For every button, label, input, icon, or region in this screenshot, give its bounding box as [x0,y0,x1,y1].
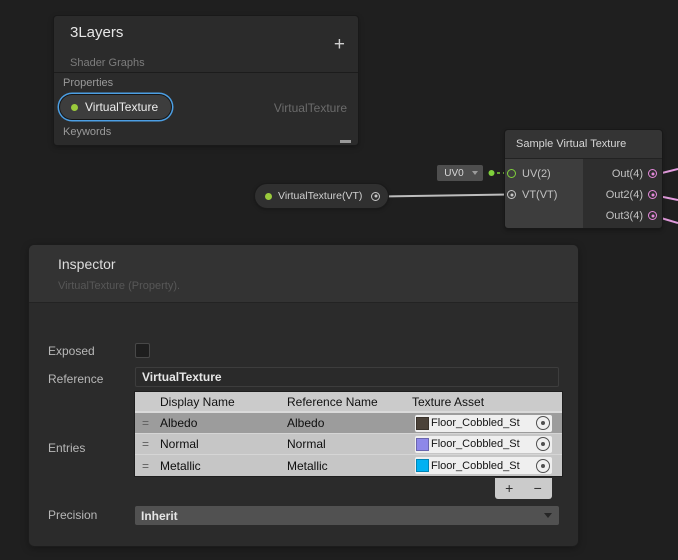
output-row-out2: Out2(4) [583,184,662,205]
blackboard-panel: 3Layers + Shader Graphs Properties Virtu… [54,16,358,145]
column-header-display-name: Display Name [135,395,287,409]
node-input-section: UV(2) VT(VT) [505,159,583,228]
output-port-label: Out(4) [612,168,643,180]
blackboard-subtitle: Shader Graphs [70,57,145,69]
display-name-cell: Normal [160,437,287,451]
entries-list-toolbar: + − [495,478,552,499]
list-add-button[interactable]: + [495,478,524,499]
column-header-reference-name: Reference Name [287,395,412,409]
exposed-label: Exposed [48,344,95,358]
input-port-label: VT(VT) [522,189,557,201]
output-port-out2[interactable] [648,190,657,199]
texture-asset-field[interactable]: Floor_Cobbled_St [415,415,552,432]
output-row-out3: Out3(4) [583,205,662,226]
texture-asset-name: Floor_Cobbled_St [431,460,535,472]
drag-handle-icon[interactable]: = [135,459,160,473]
output-port-label: Out2(4) [606,189,643,201]
output-port-label: Out3(4) [606,210,643,222]
blackboard-divider [54,72,358,73]
table-row-albedo[interactable]: = Albedo Albedo Floor_Cobbled_St [135,413,562,434]
entries-label: Entries [48,441,85,455]
inspector-header: Inspector VirtualTexture (Property). [29,245,578,303]
reference-name-cell: Normal [287,437,412,451]
precision-label: Precision [48,508,97,522]
exposed-checkbox[interactable] [135,343,150,358]
output-row-out: Out(4) [583,163,662,184]
output-port-out[interactable] [648,169,657,178]
inspector-subtitle: VirtualTexture (Property). [58,280,578,292]
inspector-title: Inspector [58,256,578,272]
texture-asset-field[interactable]: Floor_Cobbled_St [415,436,552,453]
reference-name-cell: Albedo [287,416,412,430]
display-name-cell: Metallic [160,459,287,473]
texture-asset-name: Floor_Cobbled_St [431,417,535,429]
input-row-uv: UV(2) [505,163,583,184]
list-remove-button[interactable]: − [524,478,553,499]
node-output-section: Out(4) Out2(4) Out3(4) [583,159,662,228]
texture-swatch [416,417,429,430]
add-property-button[interactable]: + [334,35,345,54]
properties-section-label: Properties [63,77,113,89]
texture-asset-field[interactable]: Floor_Cobbled_St [415,457,552,474]
drag-handle-icon[interactable]: = [135,437,160,451]
output-port-out3[interactable] [648,211,657,220]
property-pill-label: VirtualTexture [85,100,158,114]
texture-swatch [416,459,429,472]
blackboard-resize-handle[interactable] [340,140,351,143]
reference-input[interactable] [135,367,559,387]
uv-channel-value: UV0 [442,168,466,179]
texture-swatch [416,438,429,451]
reference-name-cell: Metallic [287,459,412,473]
precision-dropdown[interactable]: Inherit [135,506,559,525]
property-pill-virtualtexture[interactable]: VirtualTexture [60,95,171,119]
inspector-panel: Inspector VirtualTexture (Property). Exp… [29,245,578,546]
sample-virtual-texture-node[interactable]: Sample Virtual Texture UV(2) VT(VT) Out(… [505,130,662,228]
property-color-dot-icon [71,104,78,111]
blackboard-title: 3Layers [70,24,123,41]
virtualtexture-property-node[interactable]: VirtualTexture(VT) [255,184,388,208]
input-port-uv[interactable] [507,169,516,178]
chevron-down-icon [472,171,478,175]
table-row-metallic[interactable]: = Metallic Metallic Floor_Cobbled_St [135,455,562,476]
wire-vt [380,195,508,197]
property-node-output-port[interactable] [371,192,380,201]
uv-default-dot [489,170,495,176]
texture-asset-name: Floor_Cobbled_St [431,438,535,450]
inspector-body: Exposed Reference Entries Display Name R… [29,303,578,546]
keywords-section-label: Keywords [63,126,111,138]
property-color-dot-icon [265,193,272,200]
object-picker-icon[interactable] [536,416,550,430]
property-node-label: VirtualTexture(VT) [278,190,362,202]
table-row-normal[interactable]: = Normal Normal Floor_Cobbled_St [135,434,562,455]
entries-table: Display Name Reference Name Texture Asse… [135,392,562,476]
input-port-vt[interactable] [507,190,516,199]
drag-handle-icon[interactable]: = [135,416,160,430]
reference-label: Reference [48,372,103,386]
dropdown-arrow-icon [544,513,552,518]
uv-channel-dropdown[interactable]: UV0 [437,165,483,181]
input-port-label: UV(2) [522,168,551,180]
precision-value: Inherit [141,509,544,523]
property-type-label: VirtualTexture [274,101,347,115]
node-title: Sample Virtual Texture [505,130,662,159]
object-picker-icon[interactable] [536,459,550,473]
object-picker-icon[interactable] [536,437,550,451]
display-name-cell: Albedo [160,416,287,430]
input-row-vt: VT(VT) [505,184,583,205]
entries-table-header: Display Name Reference Name Texture Asse… [135,392,562,411]
column-header-texture-asset: Texture Asset [412,395,562,409]
